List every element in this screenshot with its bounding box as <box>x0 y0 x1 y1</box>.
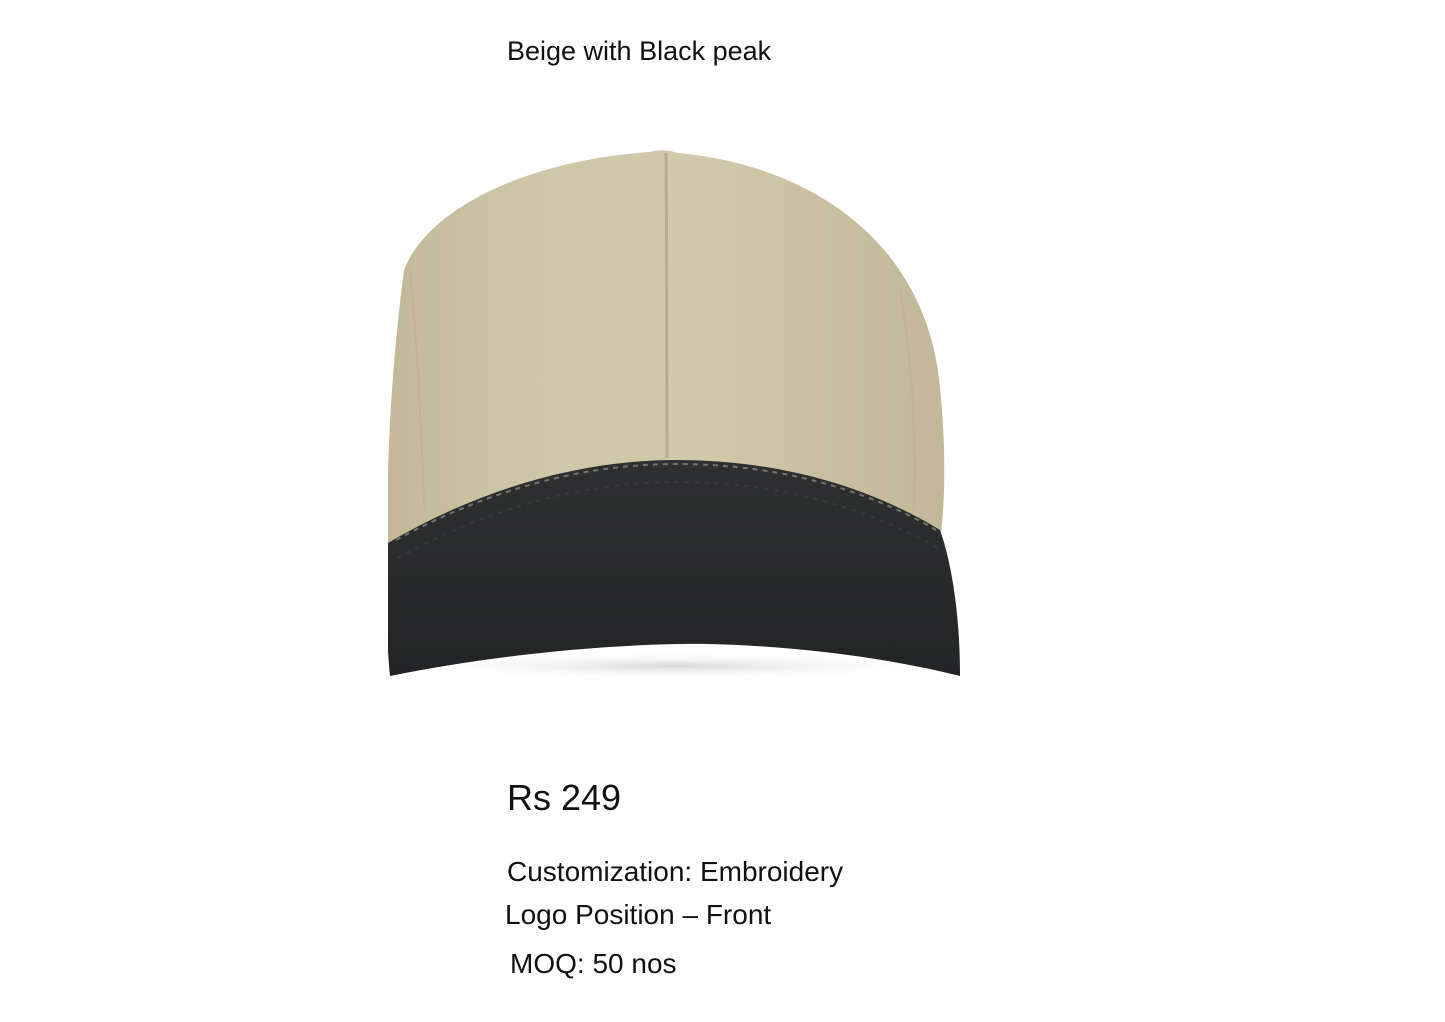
cap-seam-center <box>664 152 669 459</box>
product-price: Rs 249 <box>507 777 622 818</box>
customization-text: Customization: Embroidery <box>507 856 844 887</box>
product-title: Beige with Black peak <box>507 36 772 66</box>
logo-position-text: Logo Position – Front <box>505 899 772 930</box>
product-image <box>388 150 960 680</box>
moq-text: MOQ: 50 nos <box>510 948 677 979</box>
